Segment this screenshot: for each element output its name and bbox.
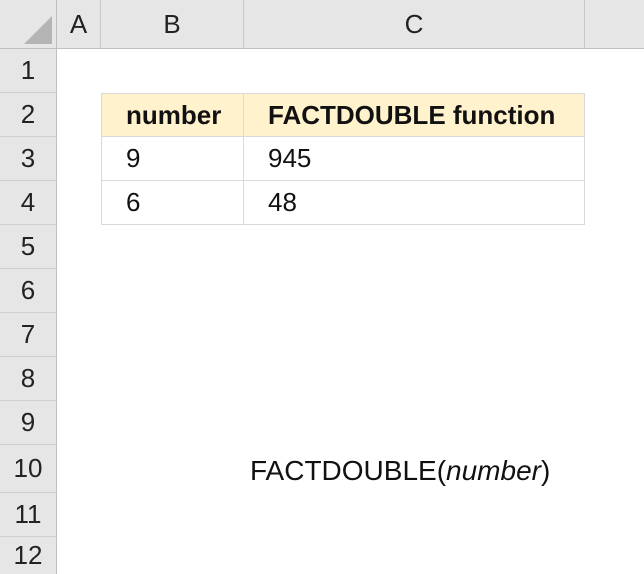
row-header-10[interactable]: 10 [0, 445, 57, 493]
row-header-5[interactable]: 5 [0, 225, 57, 269]
spreadsheet-grid: A B C 1 2 3 4 5 6 7 8 9 10 11 12 number … [0, 0, 644, 574]
row-header-2[interactable]: 2 [0, 93, 57, 137]
row-header-6[interactable]: 6 [0, 269, 57, 313]
select-all-triangle-icon [24, 16, 52, 44]
select-all-corner[interactable] [0, 0, 57, 49]
row-header-8[interactable]: 8 [0, 357, 57, 401]
table-cell-c3[interactable]: 945 [244, 137, 585, 181]
row-header-3[interactable]: 3 [0, 137, 57, 181]
syntax-argument: number [446, 455, 541, 486]
row-header-11[interactable]: 11 [0, 493, 57, 537]
column-header-d[interactable] [585, 0, 644, 49]
syntax-text: FACTDOUBLE(number ) [250, 449, 550, 493]
column-header-a[interactable]: A [57, 0, 101, 49]
column-header-c[interactable]: C [244, 0, 585, 49]
table-header-number[interactable]: number [101, 93, 244, 137]
row-header-12[interactable]: 12 [0, 537, 57, 574]
syntax-close-paren: ) [540, 455, 551, 486]
row-header-1[interactable]: 1 [0, 49, 57, 93]
table-cell-b3[interactable]: 9 [101, 137, 244, 181]
row-header-4[interactable]: 4 [0, 181, 57, 225]
row-header-7[interactable]: 7 [0, 313, 57, 357]
table-cell-c4[interactable]: 48 [244, 181, 585, 225]
syntax-function-name: FACTDOUBLE( [250, 455, 447, 486]
table-cell-b4[interactable]: 6 [101, 181, 244, 225]
row-header-9[interactable]: 9 [0, 401, 57, 445]
column-header-b[interactable]: B [101, 0, 244, 49]
table-header-factdouble[interactable]: FACTDOUBLE function [244, 93, 585, 137]
